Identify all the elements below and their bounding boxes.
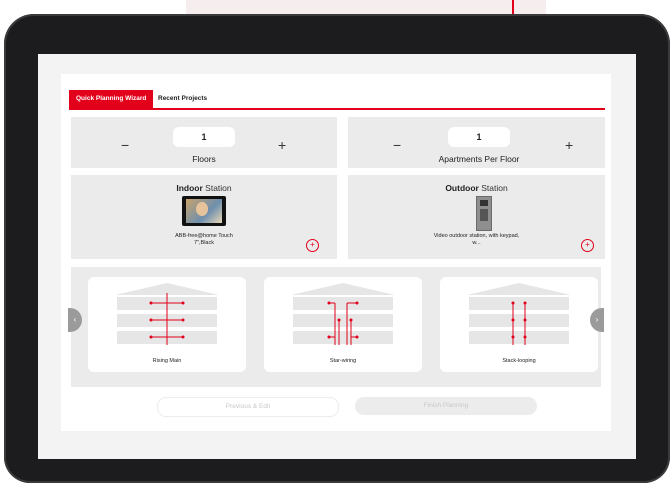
- tab-quick-planning-wizard[interactable]: Quick Planning Wizard: [69, 90, 154, 108]
- floors-label: Floors: [192, 154, 216, 164]
- apartments-increment-button[interactable]: +: [565, 137, 573, 153]
- outdoor-station-desc-line1: Video outdoor station, with keypad,: [433, 233, 520, 239]
- floors-decrement-button[interactable]: −: [121, 137, 129, 153]
- apartments-stepper: − 1 + Apartments Per Floor: [348, 117, 605, 168]
- apartments-decrement-button[interactable]: −: [393, 137, 401, 153]
- apartments-label: Apartments Per Floor: [438, 154, 520, 164]
- indoor-station-desc-line2: 7",Black: [194, 240, 214, 246]
- tablet-frame: Quick Planning Wizard Recent Projects − …: [4, 14, 670, 483]
- topology-label: Star-wiring: [329, 358, 357, 364]
- floors-stepper: − 1 + Floors: [71, 117, 337, 168]
- stack-looping-diagram-icon: [467, 283, 571, 345]
- previous-edit-button[interactable]: Previous & Edit: [157, 397, 339, 417]
- outdoor-station-card[interactable]: Outdoor Station Video outdoor station, w…: [348, 175, 605, 259]
- wizard-panel: Quick Planning Wizard Recent Projects − …: [61, 74, 611, 431]
- outdoor-station-desc-line2: w...: [472, 240, 481, 246]
- outdoor-station-title: Outdoor Station: [445, 183, 508, 193]
- indoor-station-card[interactable]: Indoor Station ABB-free@home Touch 7",Bl…: [71, 175, 337, 259]
- indoor-station-title: Indoor Station: [176, 183, 232, 193]
- topology-label: Stack-looping: [502, 358, 536, 364]
- floors-increment-button[interactable]: +: [278, 137, 286, 153]
- topology-carousel: ‹ Rising Main Star-wiring Stack-looping …: [68, 267, 604, 387]
- outdoor-station-image: [476, 196, 492, 231]
- star-wiring-diagram-icon: [291, 283, 395, 345]
- background-accent-line: [512, 0, 514, 14]
- topology-star-wiring[interactable]: Star-wiring: [264, 277, 422, 372]
- finish-planning-button[interactable]: Finish Planning: [355, 397, 537, 415]
- floors-value[interactable]: 1: [173, 127, 235, 147]
- background-card: [186, 0, 546, 14]
- rising-main-diagram-icon: [115, 283, 219, 345]
- topology-label: Rising Main: [152, 358, 182, 364]
- indoor-station-add-button[interactable]: +: [306, 239, 319, 252]
- tab-recent-projects[interactable]: Recent Projects: [151, 90, 214, 108]
- tab-bar: Quick Planning Wizard Recent Projects: [69, 90, 605, 110]
- indoor-station-desc-line1: ABB-free@home Touch: [175, 233, 233, 239]
- indoor-station-image: [182, 196, 226, 226]
- topology-stack-looping[interactable]: Stack-looping: [440, 277, 598, 372]
- carousel-prev-button[interactable]: ‹: [68, 308, 82, 332]
- outdoor-station-add-button[interactable]: +: [581, 239, 594, 252]
- apartments-value[interactable]: 1: [448, 127, 510, 147]
- tablet-screen: Quick Planning Wizard Recent Projects − …: [38, 54, 636, 459]
- topology-rising-main[interactable]: Rising Main: [88, 277, 246, 372]
